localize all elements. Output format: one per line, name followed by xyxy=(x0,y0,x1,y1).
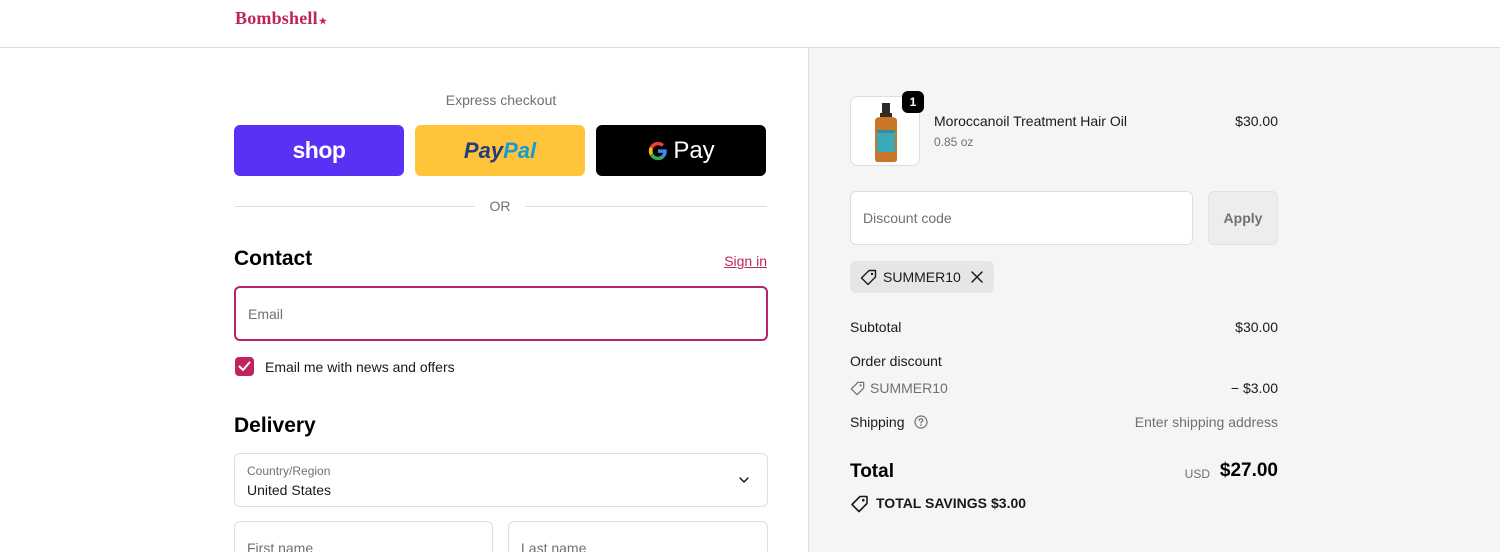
shop-pay-button[interactable]: shop xyxy=(234,125,404,176)
shop-pay-logo: shop xyxy=(292,137,346,163)
store-logo-text: Bombshell xyxy=(235,8,318,28)
checkmark-icon xyxy=(238,361,251,371)
newsletter-label[interactable]: Email me with news and offers xyxy=(265,359,455,375)
product-variant: 0.85 oz xyxy=(934,135,974,149)
newsletter-checkbox[interactable] xyxy=(235,357,254,376)
country-label: Country/Region xyxy=(247,464,331,478)
total-label: Total xyxy=(850,461,894,482)
email-input[interactable] xyxy=(236,288,766,339)
delivery-heading: Delivery xyxy=(234,414,316,437)
store-logo[interactable]: Bombshell★ xyxy=(235,8,327,29)
subtotal-label: Subtotal xyxy=(850,319,902,335)
first-name-input[interactable] xyxy=(235,522,492,552)
or-text: OR xyxy=(489,198,511,214)
order-summary: 1 Moroccanoil Treatment Hair Oil 0.85 oz… xyxy=(808,48,1500,552)
tag-icon xyxy=(860,269,877,286)
google-pay-label: Pay xyxy=(673,136,715,164)
total-value: $27.00 xyxy=(1219,460,1278,481)
product-name: Moroccanoil Treatment Hair Oil xyxy=(934,113,1127,129)
order-discount-label: Order discount xyxy=(850,353,942,369)
paypal-button[interactable]: Pay Pal xyxy=(415,125,585,176)
total-savings-label: TOTAL SAVINGS xyxy=(876,495,987,511)
google-g-icon xyxy=(649,141,668,160)
last-name-field-wrapper xyxy=(508,521,768,552)
email-field-wrapper xyxy=(234,286,768,341)
chevron-down-icon xyxy=(739,477,749,483)
country-value: United States xyxy=(247,482,332,498)
last-name-input[interactable] xyxy=(509,522,767,552)
apply-discount-button[interactable]: Apply xyxy=(1208,191,1278,245)
divider-line-left xyxy=(235,206,475,207)
help-circle-icon[interactable] xyxy=(914,415,928,429)
first-name-field-wrapper xyxy=(234,521,493,552)
total-savings-value: $3.00 xyxy=(991,495,1027,511)
discount-code-label: SUMMER10 xyxy=(870,380,948,396)
applied-discount-chip: SUMMER10 xyxy=(850,261,994,293)
shipping-label: Shipping xyxy=(850,414,905,430)
contact-heading: Contact xyxy=(234,247,313,270)
or-divider: OR xyxy=(235,196,767,216)
site-header: Bombshell★ xyxy=(0,0,1500,48)
discount-code-input[interactable] xyxy=(851,192,1192,244)
shipping-value: Enter shipping address xyxy=(1134,414,1278,430)
product-price: $30.00 xyxy=(1235,113,1278,129)
quantity-badge: 1 xyxy=(902,91,924,113)
tag-icon xyxy=(850,381,865,396)
subtotal-value: $30.00 xyxy=(1235,319,1278,335)
country-select[interactable]: Country/Region United States xyxy=(234,453,768,507)
discount-field-wrapper xyxy=(850,191,1193,245)
express-checkout-label: Express checkout xyxy=(445,92,557,108)
paypal-logo-pal: Pal xyxy=(503,137,537,163)
checkout-form: Express checkout shop Pay Pal Pay OR Cont… xyxy=(0,48,808,552)
divider-line-right xyxy=(525,206,767,207)
discount-value: − $3.00 xyxy=(1230,380,1278,396)
total-currency: USD xyxy=(1184,467,1210,481)
star-icon: ★ xyxy=(318,16,328,26)
remove-discount-icon[interactable] xyxy=(970,270,984,284)
google-pay-button[interactable]: Pay xyxy=(596,125,766,176)
sign-in-link[interactable]: Sign in xyxy=(700,253,767,269)
savings-tag-icon xyxy=(851,495,868,513)
paypal-logo-pay: Pay xyxy=(463,137,504,163)
applied-code-text: SUMMER10 xyxy=(883,269,961,285)
